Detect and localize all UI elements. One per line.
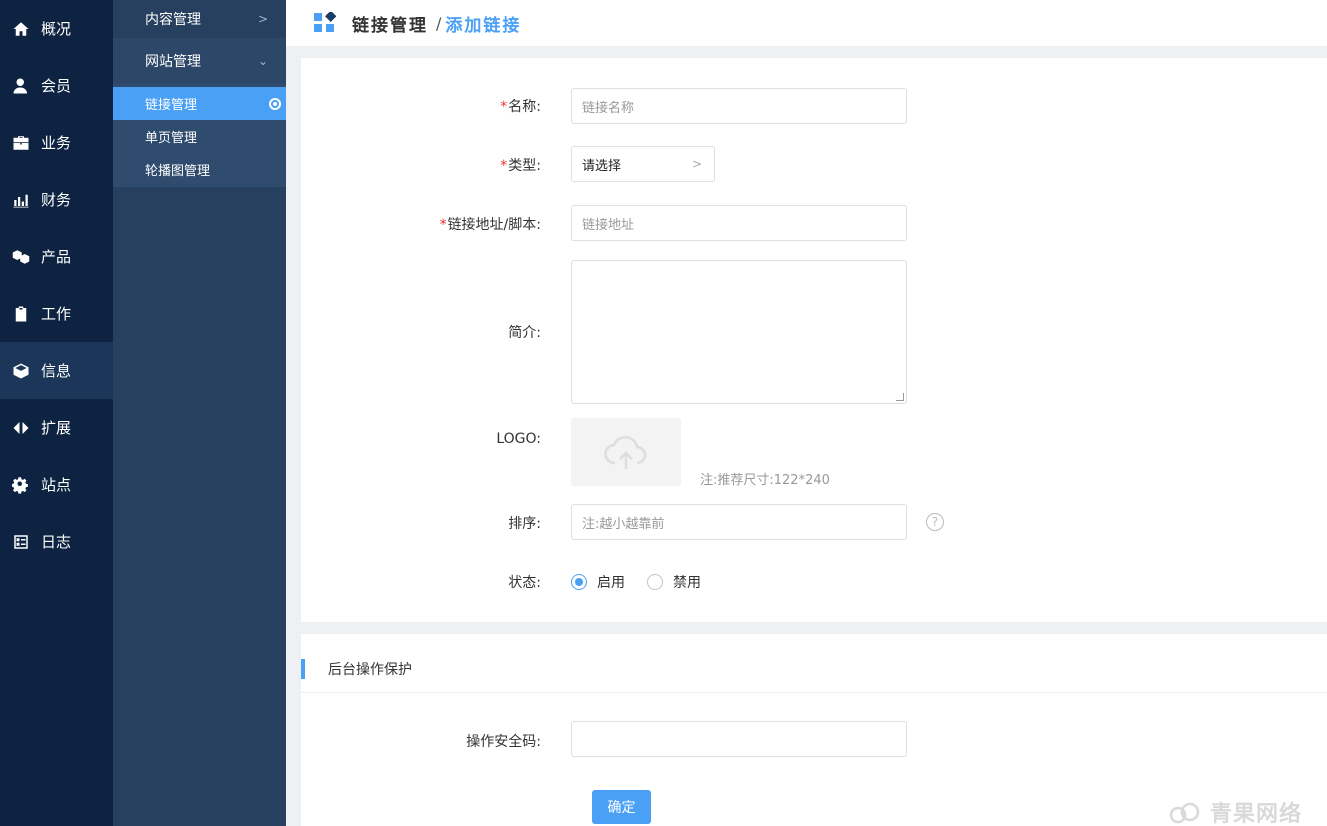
security-code-label: 操作安全码: [466,734,541,750]
nav-item-extend[interactable]: 扩展 [0,399,113,456]
type-select[interactable]: 请选择 > [571,146,715,182]
nav-label: 会员 [41,77,72,95]
logo-size-hint: 注:推荐尺寸:122*240 [700,473,830,488]
submit-button[interactable]: 确定 [592,790,651,824]
nav-item-finance[interactable]: 财务 [0,171,113,228]
logo-label: LOGO: [496,431,541,447]
nav-group-content[interactable]: 内容管理 > [113,0,286,38]
section-title: 后台操作保护 [301,659,412,679]
nav-item-site[interactable]: 站点 [0,456,113,513]
type-label: *类型: [500,158,541,174]
url-label: *链接地址/脚本: [439,217,541,233]
resize-handle-icon[interactable] [896,393,904,401]
nav-label: 概况 [41,20,72,38]
status-label: 状态: [508,575,541,591]
nav-label: 信息 [41,362,72,380]
nav-item-products[interactable]: 产品 [0,228,113,285]
nav-item-log[interactable]: 日志 [0,513,113,570]
security-code-input[interactable] [571,721,907,757]
secondary-sidebar: 内容管理 > 网站管理 ⌄ 链接管理 单页管理 轮播图管理 [113,0,286,826]
bar-chart-icon [11,190,31,210]
status-radio-disabled[interactable]: 禁用 [647,572,701,592]
nav-group-label: 内容管理 [145,12,201,28]
checklist-icon [11,532,31,552]
nav-item-info[interactable]: 信息 [0,342,113,399]
name-label: *名称: [500,99,541,115]
briefcase-icon [11,133,31,153]
nav-sub-label: 单页管理 [145,131,198,146]
sort-label: 排序: [508,516,541,532]
link-form-card: *名称: 链接名称 *类型: 请选择 > *链接地址/脚本: 链接地址 简介: … [301,58,1327,622]
radio-dot-icon [269,97,281,110]
user-icon [11,76,31,96]
radio-label: 启用 [597,575,625,591]
gear-icon [11,475,31,495]
expand-arrows-icon [11,418,31,438]
breadcrumb-separator: / [436,13,442,33]
primary-sidebar: 概况 会员 业务 财务 产品 工作 信息 扩展 站点 日志 [0,0,113,826]
radio-label: 禁用 [673,575,701,591]
radio-circle [571,574,587,590]
cloud-logo-icon [1169,802,1200,824]
page-header: 链接管理 / 添加链接 [286,0,1327,46]
nav-label: 工作 [41,305,72,323]
nav-submenu: 链接管理 单页管理 轮播图管理 [113,83,286,187]
url-input[interactable]: 链接地址 [571,205,907,241]
cubes-icon [11,247,31,267]
nav-item-work[interactable]: 工作 [0,285,113,342]
sort-input[interactable]: 注:越小越靠前 [571,504,907,540]
nav-label: 扩展 [41,419,72,437]
radio-circle [647,574,663,590]
intro-textarea[interactable] [571,260,907,404]
nav-sub-pages[interactable]: 单页管理 [113,120,286,153]
name-input[interactable]: 链接名称 [571,88,907,124]
cube-icon [11,361,31,381]
section-divider [301,692,1327,693]
clipboard-icon [11,304,31,324]
breadcrumb-current: 添加链接 [445,15,522,36]
intro-label: 简介: [508,325,541,341]
breadcrumb-parent[interactable]: 链接管理 [352,11,428,36]
nav-label: 业务 [41,134,72,152]
type-select-value: 请选择 [582,158,622,174]
nav-group-website[interactable]: 网站管理 ⌄ [113,38,286,83]
dashboard-icon [314,12,336,32]
logo-upload[interactable] [571,418,681,486]
nav-item-members[interactable]: 会员 [0,57,113,114]
nav-sub-carousel[interactable]: 轮播图管理 [113,153,286,186]
nav-item-overview[interactable]: 概况 [0,0,113,57]
cloud-upload-icon [604,436,647,469]
watermark-logo: 青果网络 [1168,796,1302,826]
nav-label: 财务 [41,191,72,209]
nav-label: 产品 [41,248,72,266]
home-icon [11,19,31,39]
nav-item-business[interactable]: 业务 [0,114,113,171]
chevron-right-icon: > [257,12,268,26]
nav-sub-label: 链接管理 [145,98,198,113]
nav-group-label: 网站管理 [145,53,201,70]
nav-label: 站点 [41,476,72,494]
status-radio-enabled[interactable]: 启用 [571,572,625,592]
chevron-right-icon: > [691,157,702,171]
chevron-down-icon: ⌄ [257,53,268,68]
watermark-text: 青果网络 [1210,802,1303,826]
nav-sub-links[interactable]: 链接管理 [113,87,286,120]
nav-sub-label: 轮播图管理 [145,164,211,179]
nav-label: 日志 [41,533,72,551]
help-icon[interactable]: ? [926,513,944,531]
